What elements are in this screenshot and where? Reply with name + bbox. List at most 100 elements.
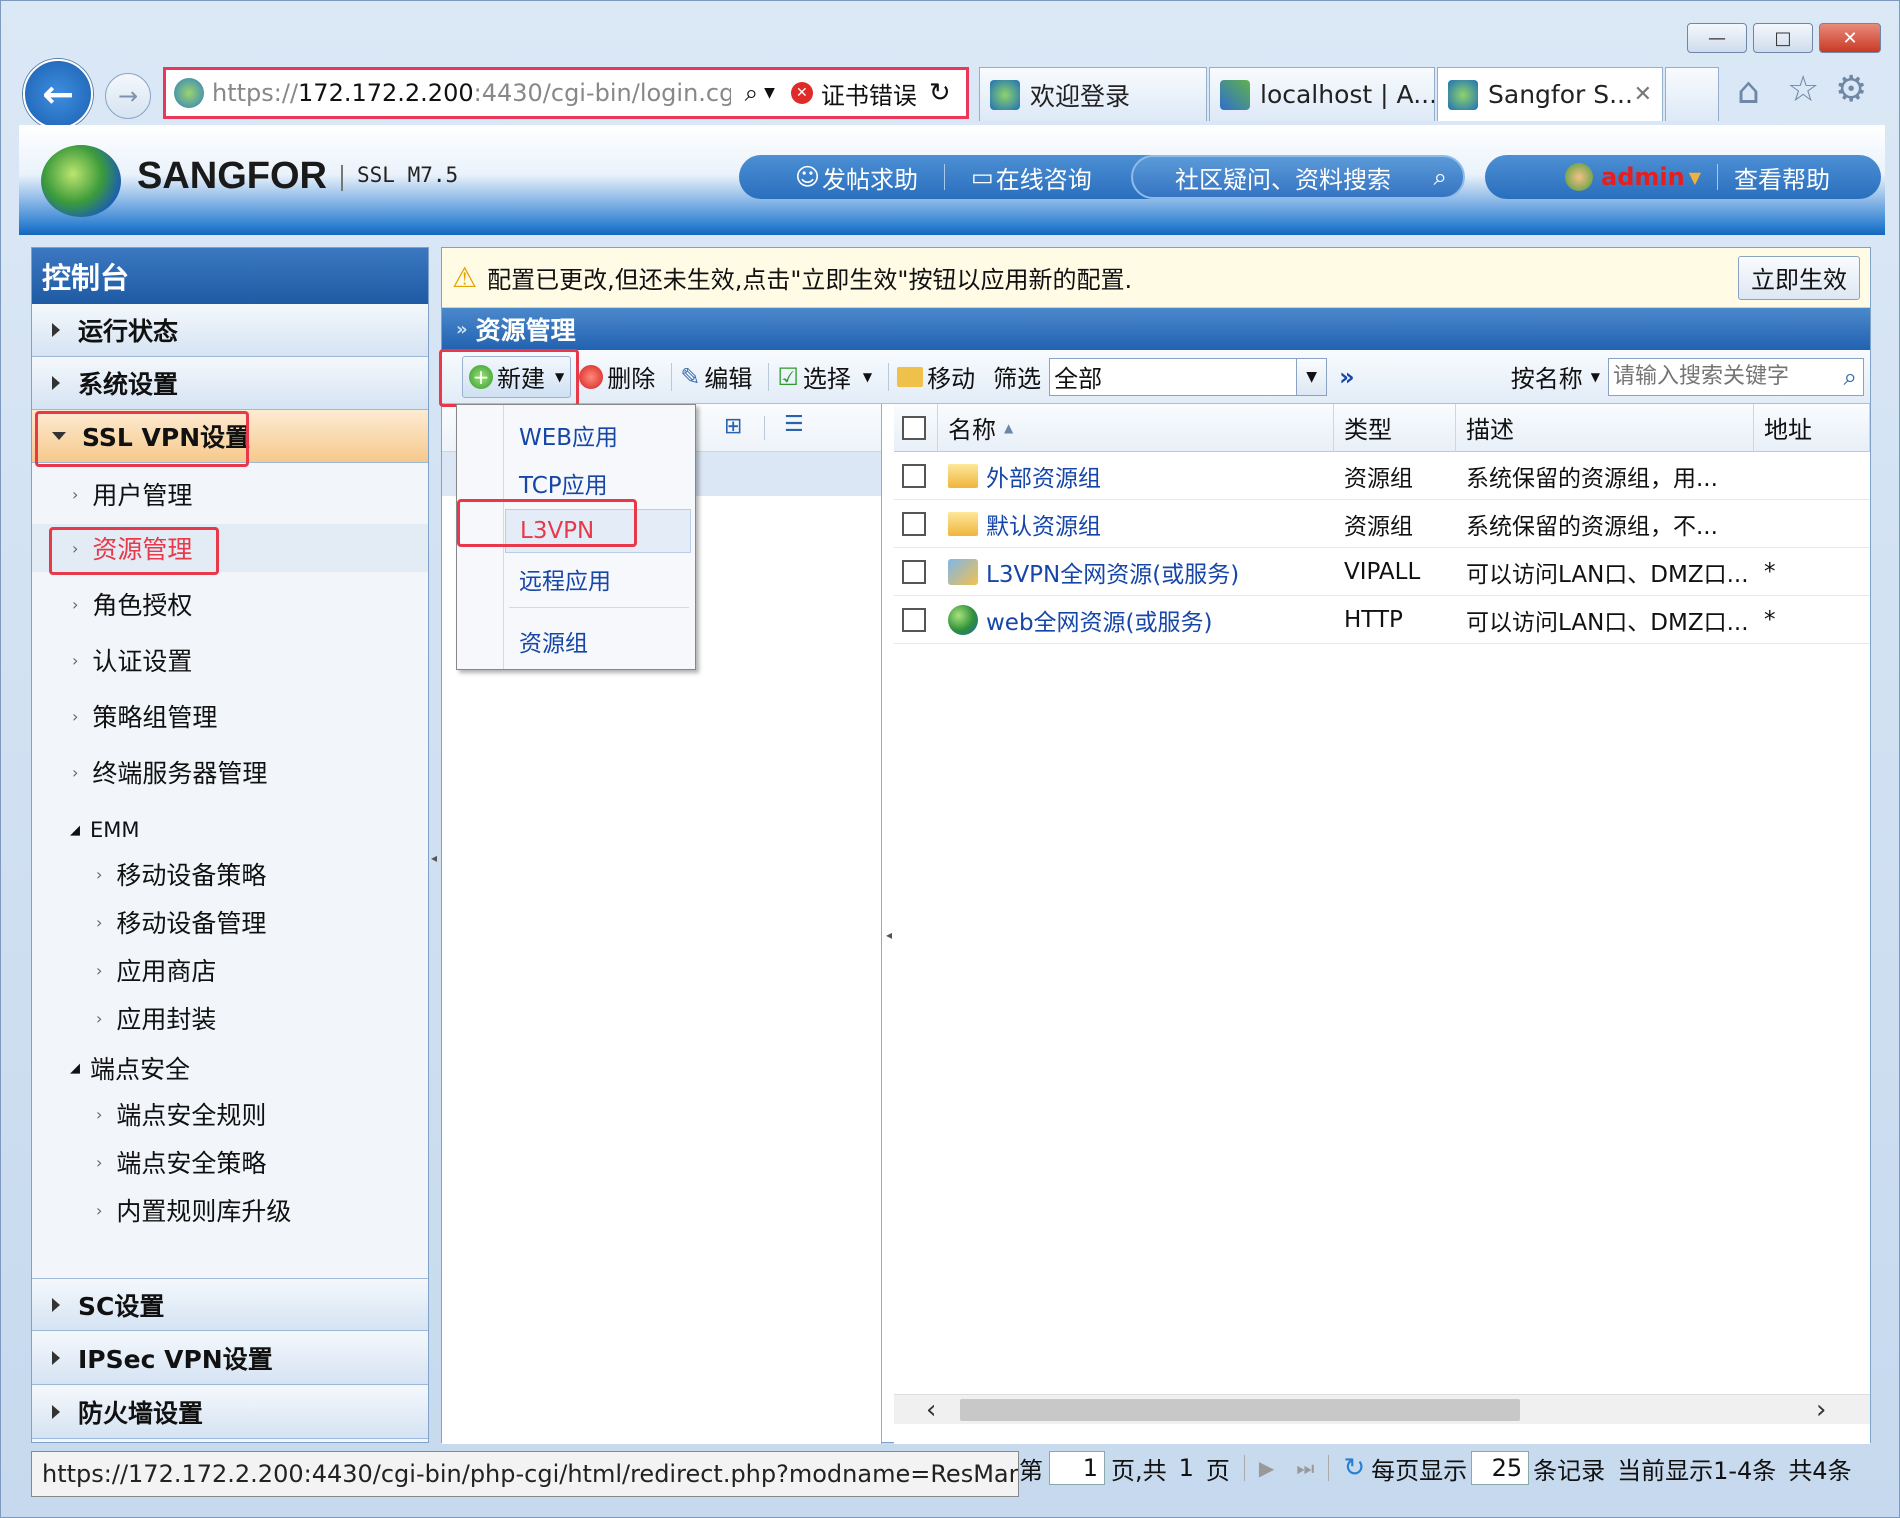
- refresh-icon[interactable]: ↻: [1343, 1453, 1365, 1483]
- sidebar-item-app-wrap[interactable]: › 应用封装: [32, 996, 428, 1040]
- list-view-icon[interactable]: ☰: [784, 412, 804, 437]
- menu-item-resource-group[interactable]: 资源组: [505, 619, 691, 663]
- search-by-select[interactable]: 按名称: [1511, 359, 1583, 394]
- gear-icon[interactable]: ⚙: [1835, 69, 1867, 110]
- sidebar-item-policy-groups[interactable]: › 策略组管理: [32, 692, 428, 740]
- row-checkbox[interactable]: [902, 560, 926, 584]
- scrollbar-thumb[interactable]: [960, 1399, 1520, 1421]
- table-row[interactable]: 外部资源组 资源组 系统保留的资源组，用...: [894, 452, 1870, 500]
- page-input[interactable]: 1: [1049, 1451, 1105, 1485]
- search-icon[interactable]: ⌕: [745, 79, 758, 107]
- sidebar-section-label: IPSec VPN设置: [78, 1345, 273, 1374]
- sidebar-item-mobile-devices[interactable]: › 移动设备管理: [32, 900, 428, 944]
- per-page-input[interactable]: 25: [1471, 1451, 1530, 1485]
- view-help-link[interactable]: 查看帮助: [1734, 160, 1830, 195]
- admin-user-menu[interactable]: admin: [1601, 163, 1685, 191]
- search-icon[interactable]: ⌕: [1844, 363, 1857, 391]
- maximize-button[interactable]: □: [1753, 23, 1813, 53]
- resource-name-link[interactable]: L3VPN全网资源(或服务): [986, 555, 1239, 589]
- refresh-icon[interactable]: ↻: [929, 78, 951, 108]
- select-button[interactable]: ☑ 选择 ▼: [777, 359, 872, 394]
- back-button[interactable]: ←: [23, 59, 93, 129]
- row-checkbox[interactable]: [902, 512, 926, 536]
- column-header-desc[interactable]: 描述: [1456, 404, 1754, 452]
- scroll-right-icon[interactable]: ›: [1816, 1395, 1826, 1425]
- dropdown-icon[interactable]: ▼: [764, 85, 775, 101]
- sidebar-group-endpoint[interactable]: ◢ 端点安全: [32, 1046, 428, 1090]
- menu-item-web[interactable]: WEB应用: [505, 413, 691, 457]
- community-search-bar[interactable]: 社区疑问、资料搜索 ⌕: [1131, 155, 1465, 199]
- url-scheme: https://: [212, 79, 299, 107]
- column-header-name[interactable]: 名称 ▲: [938, 404, 1334, 452]
- sidebar-item-rules-upgrade[interactable]: › 内置规则库升级: [32, 1188, 428, 1232]
- row-checkbox[interactable]: [902, 464, 926, 488]
- scroll-left-icon[interactable]: ‹: [926, 1395, 936, 1425]
- row-checkbox[interactable]: [902, 608, 926, 632]
- sidebar-item-roles[interactable]: › 角色授权: [32, 580, 428, 628]
- forward-button[interactable]: →: [105, 73, 151, 119]
- expand-arrow-icon: [52, 323, 60, 337]
- desc-cell: 可以访问LAN口、DMZ口...: [1466, 562, 1749, 588]
- sidebar-collapse-handle[interactable]: ◂: [431, 851, 439, 907]
- address-bar[interactable]: https:// 172.172.2.200 :4430/cgi-bin/log…: [163, 67, 969, 119]
- move-button[interactable]: 移动: [897, 359, 975, 394]
- next-page-icon[interactable]: ▶: [1259, 1456, 1274, 1480]
- edit-button[interactable]: ✎ 编辑: [680, 359, 752, 394]
- sidebar-item-endpoint-policy[interactable]: › 端点安全策略: [32, 1140, 428, 1184]
- online-consult-link[interactable]: 在线咨询: [996, 160, 1092, 195]
- resource-name-link[interactable]: 默认资源组: [986, 507, 1101, 541]
- tab-welcome[interactable]: 欢迎登录: [979, 67, 1207, 121]
- pane-splitter-handle[interactable]: ◂: [886, 928, 894, 988]
- search-icon[interactable]: ⌕: [1434, 163, 1447, 191]
- sidebar-item-mobile-policy[interactable]: › 移动设备策略: [32, 852, 428, 896]
- search-input[interactable]: [1609, 364, 1825, 389]
- more-button[interactable]: »: [1339, 363, 1355, 391]
- sidebar-item-terminal-servers[interactable]: › 终端服务器管理: [32, 748, 428, 796]
- desc-cell: 系统保留的资源组，不...: [1466, 514, 1718, 540]
- type-cell: HTTP: [1344, 607, 1403, 633]
- sidebar-section-system[interactable]: 系统设置: [32, 357, 428, 410]
- column-header-addr[interactable]: 地址: [1754, 404, 1870, 452]
- resource-name-link[interactable]: 外部资源组: [986, 459, 1101, 493]
- help-post-link[interactable]: 发帖求助: [822, 160, 918, 195]
- tab-sangfor[interactable]: Sangfor S... ✕: [1437, 67, 1663, 121]
- tab-localhost[interactable]: localhost | A...: [1209, 67, 1435, 121]
- delete-button[interactable]: 删除: [579, 359, 655, 394]
- minimize-button[interactable]: —: [1687, 23, 1747, 53]
- filter-select[interactable]: 全部 ▼: [1049, 357, 1328, 396]
- search-box[interactable]: ⌕: [1608, 357, 1864, 396]
- select-all-checkbox[interactable]: [902, 415, 926, 440]
- table-row[interactable]: L3VPN全网资源(或服务) VIPALL 可以访问LAN口、DMZ口... *: [894, 548, 1870, 596]
- resource-name-link[interactable]: web全网资源(或服务): [986, 603, 1213, 637]
- sidebar-section-sc[interactable]: SC设置: [32, 1278, 428, 1331]
- tab-label: Sangfor S...: [1488, 80, 1633, 109]
- close-window-button[interactable]: ✕: [1819, 23, 1881, 53]
- sidebar-section-status[interactable]: 运行状态: [32, 304, 428, 357]
- config-notice: ⚠ 配置已更改,但还未生效,点击"立即生效"按钮以应用新的配置. 立即生效: [442, 248, 1870, 308]
- sidebar-section-firewall[interactable]: 防火墙设置: [32, 1386, 428, 1439]
- horizontal-scrollbar[interactable]: ‹ ›: [894, 1394, 1870, 1425]
- cert-error-label[interactable]: 证书错误: [821, 76, 917, 111]
- star-icon[interactable]: ☆: [1787, 69, 1819, 110]
- sidebar-item-app-store[interactable]: › 应用商店: [32, 948, 428, 992]
- menu-item-label: TCP应用: [519, 473, 608, 499]
- apply-now-button[interactable]: 立即生效: [1738, 255, 1860, 300]
- sidebar-item-auth[interactable]: › 认证设置: [32, 636, 428, 684]
- sidebar-section-ipsec[interactable]: IPSec VPN设置: [32, 1332, 428, 1385]
- chevron-down-icon[interactable]: ▼: [1689, 168, 1701, 187]
- select-all-header: [894, 404, 938, 452]
- sidebar-item-users[interactable]: › 用户管理: [32, 470, 428, 518]
- toolbar-divider: [768, 362, 770, 391]
- close-tab-icon[interactable]: ✕: [1634, 82, 1652, 107]
- expand-all-icon[interactable]: ⊞: [724, 414, 742, 439]
- menu-item-remote-app[interactable]: 远程应用: [505, 557, 691, 601]
- column-header-type[interactable]: 类型: [1334, 404, 1456, 452]
- table-row[interactable]: 默认资源组 资源组 系统保留的资源组，不...: [894, 500, 1870, 548]
- chevron-down-icon[interactable]: ▼: [1591, 370, 1600, 384]
- sidebar-group-emm[interactable]: ◢ EMM: [32, 810, 428, 850]
- table-row[interactable]: web全网资源(或服务) HTTP 可以访问LAN口、DMZ口... *: [894, 596, 1870, 644]
- last-page-icon[interactable]: ⏭: [1296, 1456, 1314, 1480]
- new-tab-button[interactable]: [1665, 67, 1719, 121]
- sidebar-item-endpoint-rules[interactable]: › 端点安全规则: [32, 1092, 428, 1136]
- home-icon[interactable]: ⌂: [1737, 71, 1760, 112]
